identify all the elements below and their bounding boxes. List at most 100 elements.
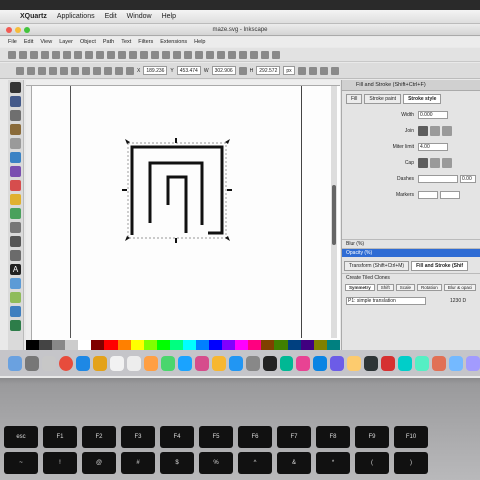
- import-icon[interactable]: [52, 50, 60, 59]
- safari-icon[interactable]: [75, 355, 90, 371]
- resize-handle-right[interactable]: [227, 189, 232, 191]
- menu-window[interactable]: Window: [127, 13, 152, 20]
- xquartz-icon[interactable]: [279, 355, 294, 371]
- app-blue-icon[interactable]: [313, 355, 328, 371]
- duplicate-icon[interactable]: [162, 50, 170, 59]
- scrollbar-thumb[interactable]: [332, 185, 336, 245]
- app-purple-icon[interactable]: [330, 355, 345, 371]
- unit-select[interactable]: px: [283, 66, 295, 75]
- print-icon[interactable]: [41, 50, 49, 59]
- app-dark-icon[interactable]: [364, 355, 379, 371]
- raise-top-icon[interactable]: [93, 66, 101, 75]
- box3d-icon[interactable]: [10, 166, 21, 177]
- menu-edit[interactable]: Edit: [105, 13, 117, 20]
- opacity-slider[interactable]: Opacity (%): [342, 248, 480, 257]
- group-icon[interactable]: [195, 50, 203, 59]
- preferences-app-icon[interactable]: [41, 355, 56, 371]
- marker-mid-select[interactable]: [440, 191, 460, 199]
- app-mint-icon[interactable]: [415, 355, 430, 371]
- tab-rotation[interactable]: Rotation: [417, 284, 442, 291]
- text-font-icon[interactable]: [228, 50, 236, 59]
- x-field[interactable]: 189.236: [143, 66, 168, 75]
- reminders-icon[interactable]: [126, 355, 141, 371]
- app-yellow-icon[interactable]: [347, 355, 362, 371]
- color-palette[interactable]: [26, 340, 340, 350]
- maze-drawing[interactable]: [120, 135, 235, 245]
- menu-help[interactable]: Help: [162, 13, 176, 20]
- raise-icon[interactable]: [104, 66, 112, 75]
- tab-transform[interactable]: Transform (Shift+Ctrl+M): [344, 261, 410, 271]
- chrome-icon[interactable]: [58, 355, 73, 371]
- spiral-icon[interactable]: [10, 208, 21, 219]
- app-orange-icon[interactable]: [432, 355, 447, 371]
- gradient-icon[interactable]: [10, 306, 21, 317]
- zoom-icon[interactable]: [10, 124, 21, 135]
- calendar-icon[interactable]: [109, 355, 124, 371]
- redo-icon[interactable]: [85, 50, 93, 59]
- cap-square-icon[interactable]: [442, 158, 452, 168]
- lock-icon[interactable]: [238, 66, 247, 75]
- menu-applications[interactable]: Applications: [57, 13, 95, 20]
- tab-blur-opacity[interactable]: Blur & opaci: [443, 284, 477, 291]
- tab-stroke-paint[interactable]: Stroke paint: [364, 94, 402, 104]
- app-teal-icon[interactable]: [398, 355, 413, 371]
- launchpad-icon[interactable]: [24, 355, 39, 371]
- ibooks-icon[interactable]: [211, 355, 226, 371]
- menu-extensions[interactable]: Extensions: [160, 39, 187, 45]
- menu-object[interactable]: Object: [80, 39, 96, 45]
- zoom-drawing-icon[interactable]: [140, 50, 148, 59]
- pencil-icon[interactable]: [10, 222, 21, 233]
- maze-outer-path[interactable]: [130, 145, 224, 235]
- open-icon[interactable]: [19, 50, 27, 59]
- tab-shift[interactable]: Shift: [376, 284, 394, 291]
- copy-icon[interactable]: [96, 50, 104, 59]
- xml-editor-icon[interactable]: [239, 50, 247, 59]
- app-red-icon[interactable]: [381, 355, 396, 371]
- calligraphy-icon[interactable]: [10, 250, 21, 261]
- y-field[interactable]: 453.474: [176, 66, 201, 75]
- facetime-icon[interactable]: [177, 355, 192, 371]
- app-lilac-icon[interactable]: [466, 355, 480, 371]
- transform-patterns-icon[interactable]: [330, 66, 339, 75]
- selector-icon[interactable]: [10, 82, 21, 93]
- resize-handle-top[interactable]: [175, 138, 177, 143]
- resize-handle-left[interactable]: [122, 189, 127, 191]
- itunes-icon[interactable]: [194, 355, 209, 371]
- resize-handle-br[interactable]: [225, 236, 230, 241]
- notes-icon[interactable]: [92, 355, 107, 371]
- align-icon[interactable]: [250, 50, 258, 59]
- maze-inner-path[interactable]: [148, 161, 204, 225]
- join-bevel-icon[interactable]: [442, 126, 452, 136]
- lower-icon[interactable]: [115, 66, 123, 75]
- tab-fill[interactable]: Fill: [346, 94, 363, 104]
- rect-icon[interactable]: [10, 152, 21, 163]
- terminal-icon[interactable]: [262, 355, 277, 371]
- cap-butt-icon[interactable]: [418, 158, 428, 168]
- lower-bottom-icon[interactable]: [126, 66, 134, 75]
- zoom-window-icon[interactable]: [24, 27, 30, 33]
- tiled-clones-title[interactable]: Create Tiled Clones: [342, 273, 480, 282]
- tab-symmetry[interactable]: Symmetry: [345, 284, 375, 291]
- join-miter-icon[interactable]: [418, 126, 428, 136]
- fill-stroke-icon[interactable]: [217, 50, 225, 59]
- deselect-icon[interactable]: [38, 66, 46, 75]
- undo-icon[interactable]: [74, 50, 82, 59]
- menu-path[interactable]: Path: [103, 39, 114, 45]
- select-all-layers-icon[interactable]: [27, 66, 35, 75]
- cut-icon[interactable]: [107, 50, 115, 59]
- scale-corners-icon[interactable]: [308, 66, 317, 75]
- unlink-icon[interactable]: [184, 50, 192, 59]
- menu-file[interactable]: File: [8, 39, 17, 45]
- menu-help-ink[interactable]: Help: [194, 39, 205, 45]
- h-field[interactable]: 292.572: [256, 66, 281, 75]
- eraser-icon[interactable]: [10, 292, 21, 303]
- dashes-offset-field[interactable]: 0.00: [460, 175, 476, 183]
- menu-layer[interactable]: Layer: [59, 39, 73, 45]
- measure-icon[interactable]: [10, 138, 21, 149]
- finder-icon[interactable]: [8, 355, 22, 371]
- rotate-ccw-icon[interactable]: [49, 66, 57, 75]
- app-sky-icon[interactable]: [449, 355, 464, 371]
- pen-icon[interactable]: [10, 236, 21, 247]
- fill-stroke-title[interactable]: Fill and Stroke (Shift+Ctrl+F): [342, 80, 480, 91]
- tab-fill-stroke-secondary[interactable]: Fill and Stroke (Shif: [411, 261, 469, 271]
